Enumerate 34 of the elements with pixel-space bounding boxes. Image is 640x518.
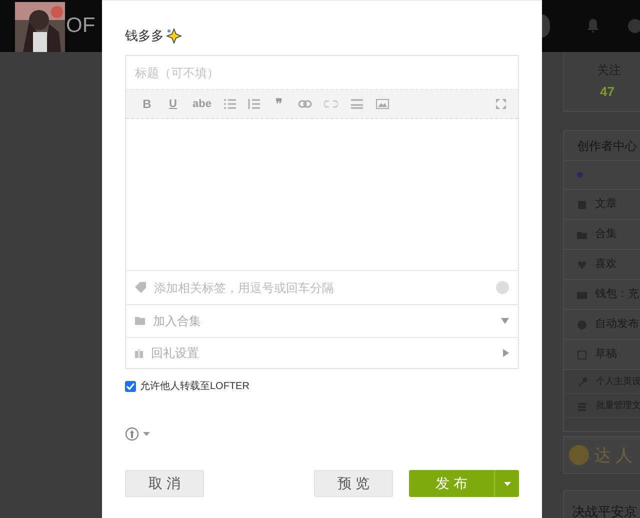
heart-icon: [577, 260, 587, 270]
unlink-icon[interactable]: [324, 100, 338, 108]
quote-button[interactable]: ❞: [272, 94, 286, 114]
cancel-button[interactable]: 取 消: [125, 470, 204, 497]
collection-select[interactable]: 加入合集: [126, 304, 518, 337]
publish-button[interactable]: 发 布: [409, 470, 494, 497]
tags-field[interactable]: 添加相关标签，用逗号或回车分隔: [154, 278, 488, 296]
sparkle-icon: [166, 28, 182, 44]
follow-count: 47: [600, 83, 614, 101]
user-name: 钱多多: [125, 27, 164, 46]
numbered-list-icon[interactable]: [248, 99, 260, 109]
fullscreen-icon[interactable]: [496, 99, 506, 109]
publish-options-button[interactable]: [494, 470, 519, 497]
bullet-list-icon[interactable]: [224, 99, 236, 109]
gift-icon: [135, 348, 143, 358]
clock-icon: [577, 320, 587, 330]
caret-icon: [504, 482, 510, 486]
title-field[interactable]: 标题（可不填）: [126, 56, 518, 89]
caret-icon: [143, 432, 150, 436]
link-icon[interactable]: [298, 100, 312, 108]
gift-setting[interactable]: 回礼设置: [126, 337, 518, 368]
help-icon[interactable]: [496, 281, 509, 294]
underline-button[interactable]: U: [166, 96, 180, 112]
preview-button[interactable]: 预 览: [314, 470, 393, 497]
checkbox-label: 允许他人转载至LOFTER: [140, 380, 250, 394]
folder-icon: [135, 317, 145, 325]
logo-text: OF: [66, 14, 96, 38]
caret-icon: [503, 349, 509, 357]
image-icon[interactable]: [376, 99, 389, 109]
code-icon[interactable]: [350, 99, 364, 109]
bold-button[interactable]: B: [140, 95, 154, 113]
tag-icon: [135, 282, 146, 293]
checkbox[interactable]: [125, 380, 136, 392]
strikethrough-button[interactable]: abe: [192, 96, 212, 112]
